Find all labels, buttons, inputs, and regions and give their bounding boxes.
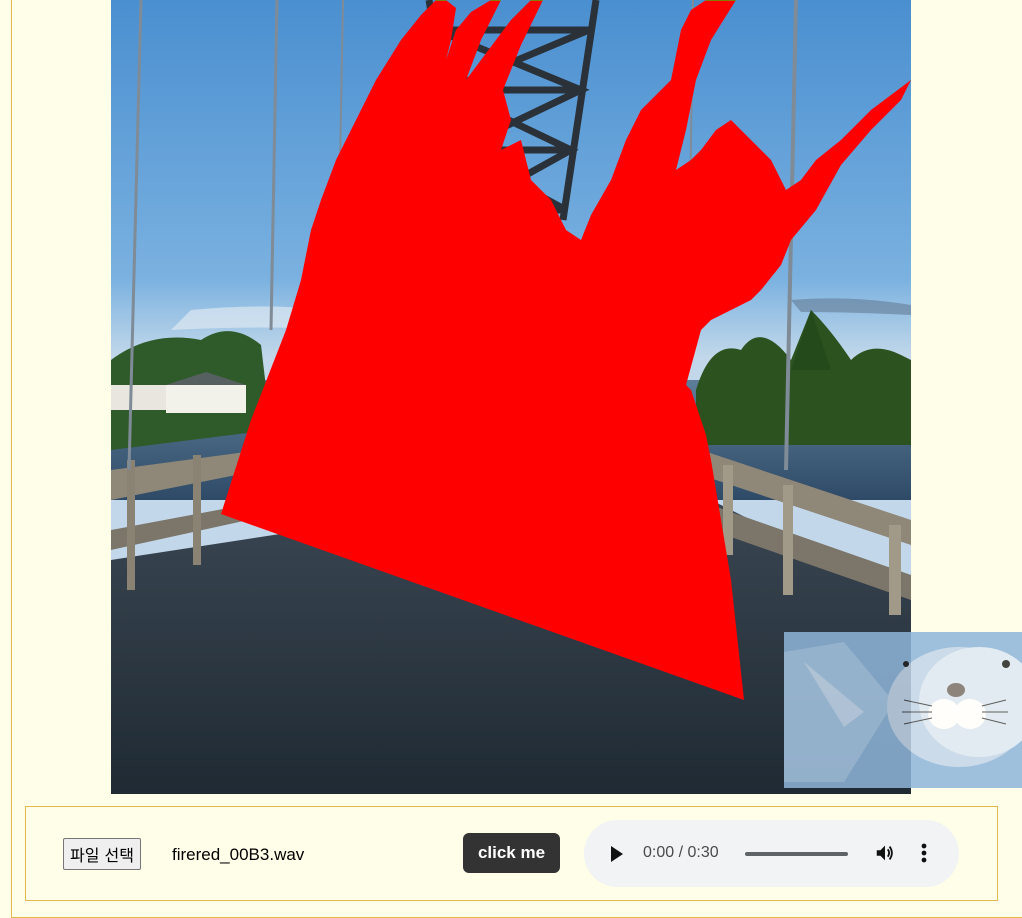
more-vert-icon[interactable]	[920, 842, 928, 868]
time-separator: /	[678, 844, 684, 861]
file-select-button[interactable]: 파일 선택	[63, 838, 141, 870]
selected-file-name: firered_00B3.wav	[172, 845, 305, 864]
controls-panel: 파일 선택 firered_00B3.wav click me 0:00 / 0…	[25, 806, 998, 901]
play-icon[interactable]	[609, 845, 625, 867]
audio-progress-bar[interactable]	[745, 852, 848, 856]
audio-time: 0:00 / 0:30	[643, 844, 719, 862]
click-me-button[interactable]: click me	[463, 833, 560, 873]
volume-icon[interactable]	[874, 842, 896, 868]
current-time: 0:00	[643, 844, 675, 861]
audio-player: 0:00 / 0:30	[584, 820, 959, 887]
duration: 0:30	[687, 844, 719, 861]
overlay-video-thumbnail[interactable]	[784, 632, 1022, 788]
